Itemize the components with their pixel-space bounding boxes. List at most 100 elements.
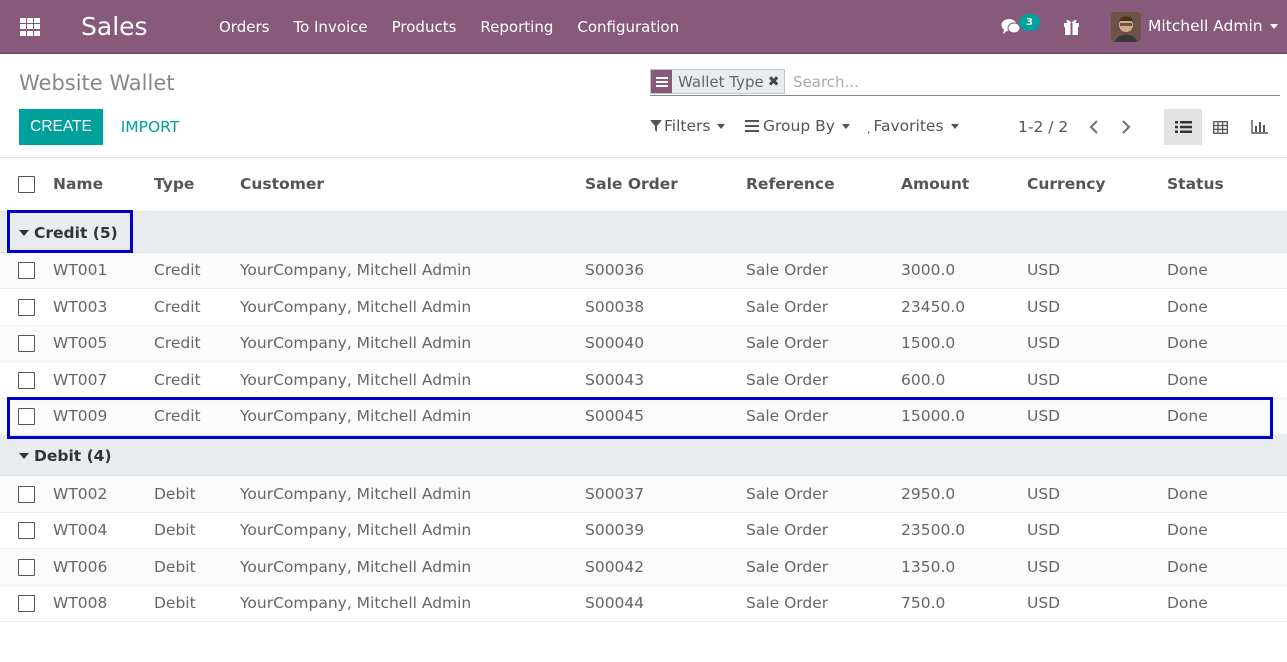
row-checkbox[interactable] [18, 485, 35, 503]
column-header-currency[interactable]: Currency [1027, 158, 1167, 212]
table-row[interactable]: WT007 Credit YourCompany, Mitchell Admin S0… [0, 361, 1287, 399]
cell-amount: 600.0 [901, 361, 1027, 399]
row-checkbox[interactable] [18, 298, 35, 316]
gift-icon[interactable] [1062, 17, 1081, 36]
cell-customer: YourCompany, Mitchell Admin [240, 325, 585, 362]
cell-currency: USD [1027, 325, 1167, 362]
app-name[interactable]: Sales [81, 12, 148, 41]
group-label: Credit (5) [34, 223, 118, 242]
table-row[interactable]: WT001 Credit YourCompany, Mitchell Admin S0… [0, 252, 1287, 289]
import-button[interactable]: IMPORT [108, 109, 192, 145]
cell-sale-order: S00045 [585, 398, 746, 435]
cell-reference: Sale Order [746, 325, 901, 362]
favorites-label: Favorites [873, 117, 944, 135]
cell-customer: YourCompany, Mitchell Admin [240, 512, 585, 549]
chat-count-badge: 3 [1019, 14, 1040, 31]
cell-name: WT004 [53, 512, 154, 549]
row-checkbox[interactable] [18, 335, 35, 353]
table-row[interactable]: WT009 Credit YourCompany, Mitchell Admin S0… [0, 398, 1287, 435]
chevron-right-icon[interactable] [1118, 118, 1134, 136]
table-row[interactable]: WT008 Debit YourCompany, Mitchell Admin S00… [0, 585, 1287, 622]
page-title[interactable]: Website Wallet [19, 71, 175, 95]
cell-type: Debit [154, 585, 240, 622]
table-row[interactable]: WT006 Debit YourCompany, Mitchell Admin S00… [0, 548, 1287, 586]
graph-view-button[interactable] [1240, 109, 1278, 145]
cell-currency: USD [1027, 548, 1167, 586]
row-checkbox[interactable] [18, 522, 35, 540]
row-checkbox[interactable] [18, 558, 35, 576]
list-view-button[interactable] [1164, 109, 1202, 145]
chat-icon[interactable] [1001, 17, 1021, 37]
group-header[interactable]: Credit (5) [19, 224, 118, 242]
group-by-dropdown[interactable]: Group By [745, 117, 850, 135]
row-checkbox[interactable] [18, 595, 35, 613]
cell-reference: Sale Order [746, 398, 901, 435]
favorites-dropdown[interactable]: , Favorites [867, 117, 959, 136]
apps-grid-icon[interactable] [20, 18, 40, 36]
group-row[interactable]: Debit (4) [0, 434, 1287, 476]
create-button[interactable]: CREATE [19, 109, 103, 145]
column-header-customer[interactable]: Customer [240, 158, 585, 212]
cell-amount: 15000.0 [901, 398, 1027, 435]
column-header-amount[interactable]: Amount [901, 158, 1027, 212]
cell-customer: YourCompany, Mitchell Admin [240, 585, 585, 622]
table-row[interactable]: WT004 Debit YourCompany, Mitchell Admin S00… [0, 512, 1287, 549]
filters-label: Filters [664, 117, 711, 135]
select-all-checkbox[interactable] [18, 176, 35, 194]
column-header-reference[interactable]: Reference [746, 158, 901, 212]
cell-amount: 23500.0 [901, 512, 1027, 549]
search-bar: Wallet Type ✖ [650, 67, 1280, 96]
chevron-left-icon[interactable] [1086, 118, 1102, 136]
graph-view-icon [1250, 120, 1268, 134]
cell-currency: USD [1027, 512, 1167, 549]
cell-amount: 2950.0 [901, 475, 1027, 513]
table-row[interactable]: WT003 Credit YourCompany, Mitchell Admin S0… [0, 288, 1287, 326]
list-view: Name Type Customer Sale Order Reference … [0, 158, 1287, 622]
search-input[interactable] [793, 70, 1273, 94]
column-header-name[interactable]: Name [53, 158, 154, 212]
group-header[interactable]: Debit (4) [19, 447, 112, 465]
cell-reference: Sale Order [746, 361, 901, 399]
row-checkbox[interactable] [18, 408, 35, 426]
menu-item-to-invoice[interactable]: To Invoice [281, 0, 379, 54]
cell-status: Done [1167, 398, 1287, 435]
group-row[interactable]: Credit (5) [0, 211, 1287, 253]
menu-item-configuration[interactable]: Configuration [565, 0, 691, 54]
avatar[interactable] [1111, 12, 1141, 42]
caret-down-icon [19, 453, 29, 459]
cell-sale-order: S00040 [585, 325, 746, 362]
top-navbar: Sales Orders To Invoice Products Reporti… [0, 0, 1287, 54]
control-panel: Website Wallet CREATE IMPORT Wallet Type… [0, 55, 1287, 158]
cell-sale-order: S00038 [585, 288, 746, 326]
menu-item-products[interactable]: Products [380, 0, 469, 54]
pivot-view-button[interactable] [1201, 109, 1239, 145]
table-header-row: Name Type Customer Sale Order Reference … [0, 158, 1287, 212]
row-checkbox[interactable] [18, 262, 35, 280]
menu-item-orders[interactable]: Orders [207, 0, 281, 54]
pivot-view-icon [1212, 120, 1228, 134]
cell-currency: USD [1027, 252, 1167, 289]
cell-type: Credit [154, 361, 240, 399]
cell-name: WT009 [53, 398, 154, 435]
cell-name: WT003 [53, 288, 154, 326]
row-checkbox[interactable] [18, 371, 35, 389]
user-name[interactable]: Mitchell Admin [1148, 17, 1263, 35]
pager-value[interactable]: 1-2 / 2 [1018, 118, 1068, 136]
cell-status: Done [1167, 548, 1287, 586]
cell-status: Done [1167, 475, 1287, 513]
table-row[interactable]: WT005 Credit YourCompany, Mitchell Admin S0… [0, 325, 1287, 362]
group-by-icon [745, 120, 759, 132]
cell-currency: USD [1027, 585, 1167, 622]
cell-reference: Sale Order [746, 548, 901, 586]
close-icon[interactable]: ✖ [768, 74, 785, 90]
wallet-table: Name Type Customer Sale Order Reference … [0, 158, 1287, 622]
column-header-type[interactable]: Type [154, 158, 240, 212]
cell-reference: Sale Order [746, 475, 901, 513]
column-header-sale-order[interactable]: Sale Order [585, 158, 746, 212]
menu-item-reporting[interactable]: Reporting [468, 0, 565, 54]
chevron-down-icon [841, 123, 850, 129]
filters-dropdown[interactable]: Filters [650, 117, 726, 135]
column-header-status[interactable]: Status [1167, 158, 1287, 212]
table-row[interactable]: WT002 Debit YourCompany, Mitchell Admin S00… [0, 475, 1287, 513]
chevron-down-icon[interactable] [1270, 24, 1278, 29]
